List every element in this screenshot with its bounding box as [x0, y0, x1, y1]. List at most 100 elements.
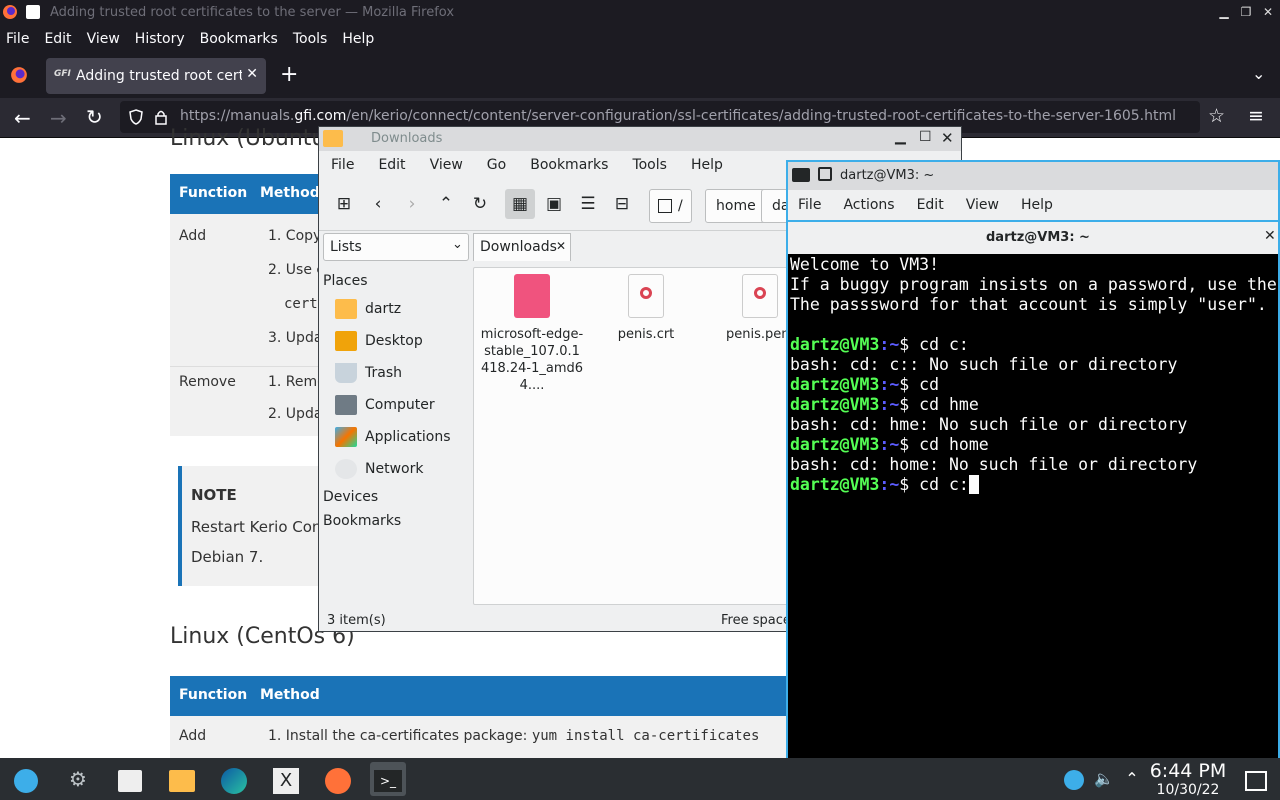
preview-icon[interactable]: ▣ [539, 189, 569, 219]
menu-edit[interactable]: Edit [44, 31, 71, 47]
breadcrumb-root[interactable]: / [649, 189, 692, 223]
start-menu-icon[interactable] [8, 762, 44, 796]
menu-tools[interactable]: Tools [632, 157, 667, 173]
menu-bookmarks[interactable]: Bookmarks [530, 157, 608, 173]
settings-gear-icon[interactable]: ⚙ [60, 762, 96, 796]
menu-actions[interactable]: Actions [843, 197, 894, 213]
place-home[interactable]: dartz [335, 295, 401, 323]
prompt-command: $ cd c: [899, 335, 969, 354]
menu-file[interactable]: File [6, 31, 29, 47]
forward-icon[interactable]: → [50, 106, 67, 130]
file-name: penis.pem [726, 327, 794, 342]
place-label: Trash [365, 365, 402, 381]
app-menu-icon[interactable]: ≡ [1248, 105, 1264, 127]
output-text: The passsword for that account is simply… [790, 295, 1267, 314]
menu-view[interactable]: View [966, 197, 999, 213]
back-icon[interactable]: ‹ [363, 189, 393, 219]
terminal-line: If a buggy program insists on a password… [790, 275, 1278, 295]
menu-go[interactable]: Go [487, 157, 506, 173]
firefox-menubar: File Edit View History Bookmarks Tools H… [0, 24, 1280, 54]
menu-help[interactable]: Help [342, 31, 374, 47]
minimize-icon[interactable]: ▁ [1216, 4, 1232, 20]
tab-close-icon[interactable]: ✕ [556, 239, 566, 253]
output-text: bash: cd: home: No such file or director… [790, 455, 1198, 474]
place-desktop[interactable]: Desktop [335, 327, 423, 355]
forward-icon[interactable]: › [397, 189, 427, 219]
new-tab-icon[interactable]: + [280, 62, 298, 87]
close-icon[interactable]: ✕ [1260, 4, 1276, 20]
menu-bookmarks[interactable]: Bookmarks [200, 31, 278, 47]
folder-icon [323, 130, 343, 147]
menu-view[interactable]: View [87, 31, 120, 47]
split-view-icon[interactable]: ⊟ [607, 189, 637, 219]
show-desktop-icon[interactable] [1238, 762, 1274, 796]
new-window-icon[interactable]: ⊞ [329, 189, 359, 219]
maximize-icon[interactable]: ❐ [1238, 4, 1254, 20]
devices-header[interactable]: Devices [323, 489, 378, 505]
firefox-taskbar-icon[interactable] [320, 762, 356, 796]
terminal-app-icon [792, 168, 810, 182]
menu-view[interactable]: View [430, 157, 463, 173]
lock-icon[interactable] [154, 109, 168, 125]
firefox-view-icon[interactable] [10, 66, 28, 84]
place-trash[interactable]: Trash [335, 359, 402, 387]
item-count: 3 item(s) [327, 613, 386, 628]
konsole-taskbar-icon[interactable]: >_ [370, 762, 406, 796]
icons-view-icon[interactable]: ▦ [505, 189, 535, 219]
output-text: Welcome to VM3! [790, 255, 940, 274]
tab-active[interactable]: GFI Adding trusted root certific ✕ [46, 58, 266, 94]
up-icon[interactable]: ⌃ [431, 189, 461, 219]
konsole-tab[interactable]: dartz@VM3: ~ ✕ [788, 220, 1278, 254]
bookmarks-header[interactable]: Bookmarks [323, 513, 401, 529]
table1-step: 2. Use c [268, 262, 325, 278]
details-view-icon[interactable]: ☰ [573, 189, 603, 219]
back-icon[interactable]: ← [14, 106, 31, 130]
tab-close-icon[interactable]: ✕ [246, 66, 258, 82]
pin-icon[interactable] [818, 167, 832, 181]
konsole-tab-title: dartz@VM3: ~ [986, 230, 1090, 245]
output-text: bash: cd: c:: No such file or directory [790, 355, 1178, 374]
tab-close-icon[interactable]: ✕ [1264, 228, 1276, 244]
tab-downloads[interactable]: Downloads ✕ [473, 233, 571, 261]
menu-file[interactable]: File [331, 157, 354, 173]
menu-tools[interactable]: Tools [293, 31, 328, 47]
clock[interactable]: 6:44 PM 10/30/22 [1138, 760, 1238, 798]
reload-icon[interactable]: ↻ [465, 189, 495, 219]
table1-code: cert [284, 296, 318, 312]
menu-edit[interactable]: Edit [378, 157, 405, 173]
menu-help[interactable]: Help [1021, 197, 1053, 213]
edge-icon[interactable] [216, 762, 252, 796]
bookmark-star-icon[interactable]: ☆ [1208, 105, 1225, 127]
list-tabs-chevron-icon[interactable]: ⌄ [1252, 64, 1265, 83]
firefox-icon [3, 5, 17, 19]
places-header: Places [323, 273, 368, 289]
minimize-icon[interactable]: ▁ [895, 129, 906, 145]
prompt-user: dartz@VM3 [790, 395, 880, 414]
place-applications[interactable]: Applications [335, 423, 451, 451]
xournal-icon[interactable]: X [268, 762, 304, 796]
shield-icon[interactable] [128, 109, 144, 125]
menu-history[interactable]: History [135, 31, 185, 47]
note-title: NOTE [191, 486, 237, 504]
close-icon[interactable]: ✕ [941, 129, 954, 147]
menu-file[interactable]: File [798, 197, 821, 213]
store-icon[interactable] [112, 762, 148, 796]
package-icon [514, 274, 550, 318]
terminal-line: dartz@VM3:~$ cd [790, 375, 1278, 395]
terminal-output[interactable]: Welcome to VM3! If a buggy program insist… [790, 254, 1278, 788]
url-text[interactable]: https://manuals.gfi.com/en/kerio/connect… [180, 108, 1176, 124]
table2-col-function: Function [179, 687, 248, 703]
breadcrumb-home[interactable]: home [705, 189, 767, 223]
place-label: Computer [365, 397, 435, 413]
maximize-icon[interactable]: ☐ [919, 129, 932, 145]
table1-col-function: Function [179, 185, 248, 201]
file-item[interactable]: penis.crt [592, 274, 700, 343]
file-item[interactable]: microsoft-edge-stable_107.0.1418.24-1_am… [478, 274, 586, 394]
menu-help[interactable]: Help [691, 157, 723, 173]
place-network[interactable]: Network [335, 455, 423, 483]
reload-icon[interactable]: ↻ [86, 105, 103, 129]
pin-icon[interactable] [26, 5, 40, 19]
file-manager-icon[interactable] [164, 762, 200, 796]
menu-edit[interactable]: Edit [917, 197, 944, 213]
place-computer[interactable]: Computer [335, 391, 435, 419]
